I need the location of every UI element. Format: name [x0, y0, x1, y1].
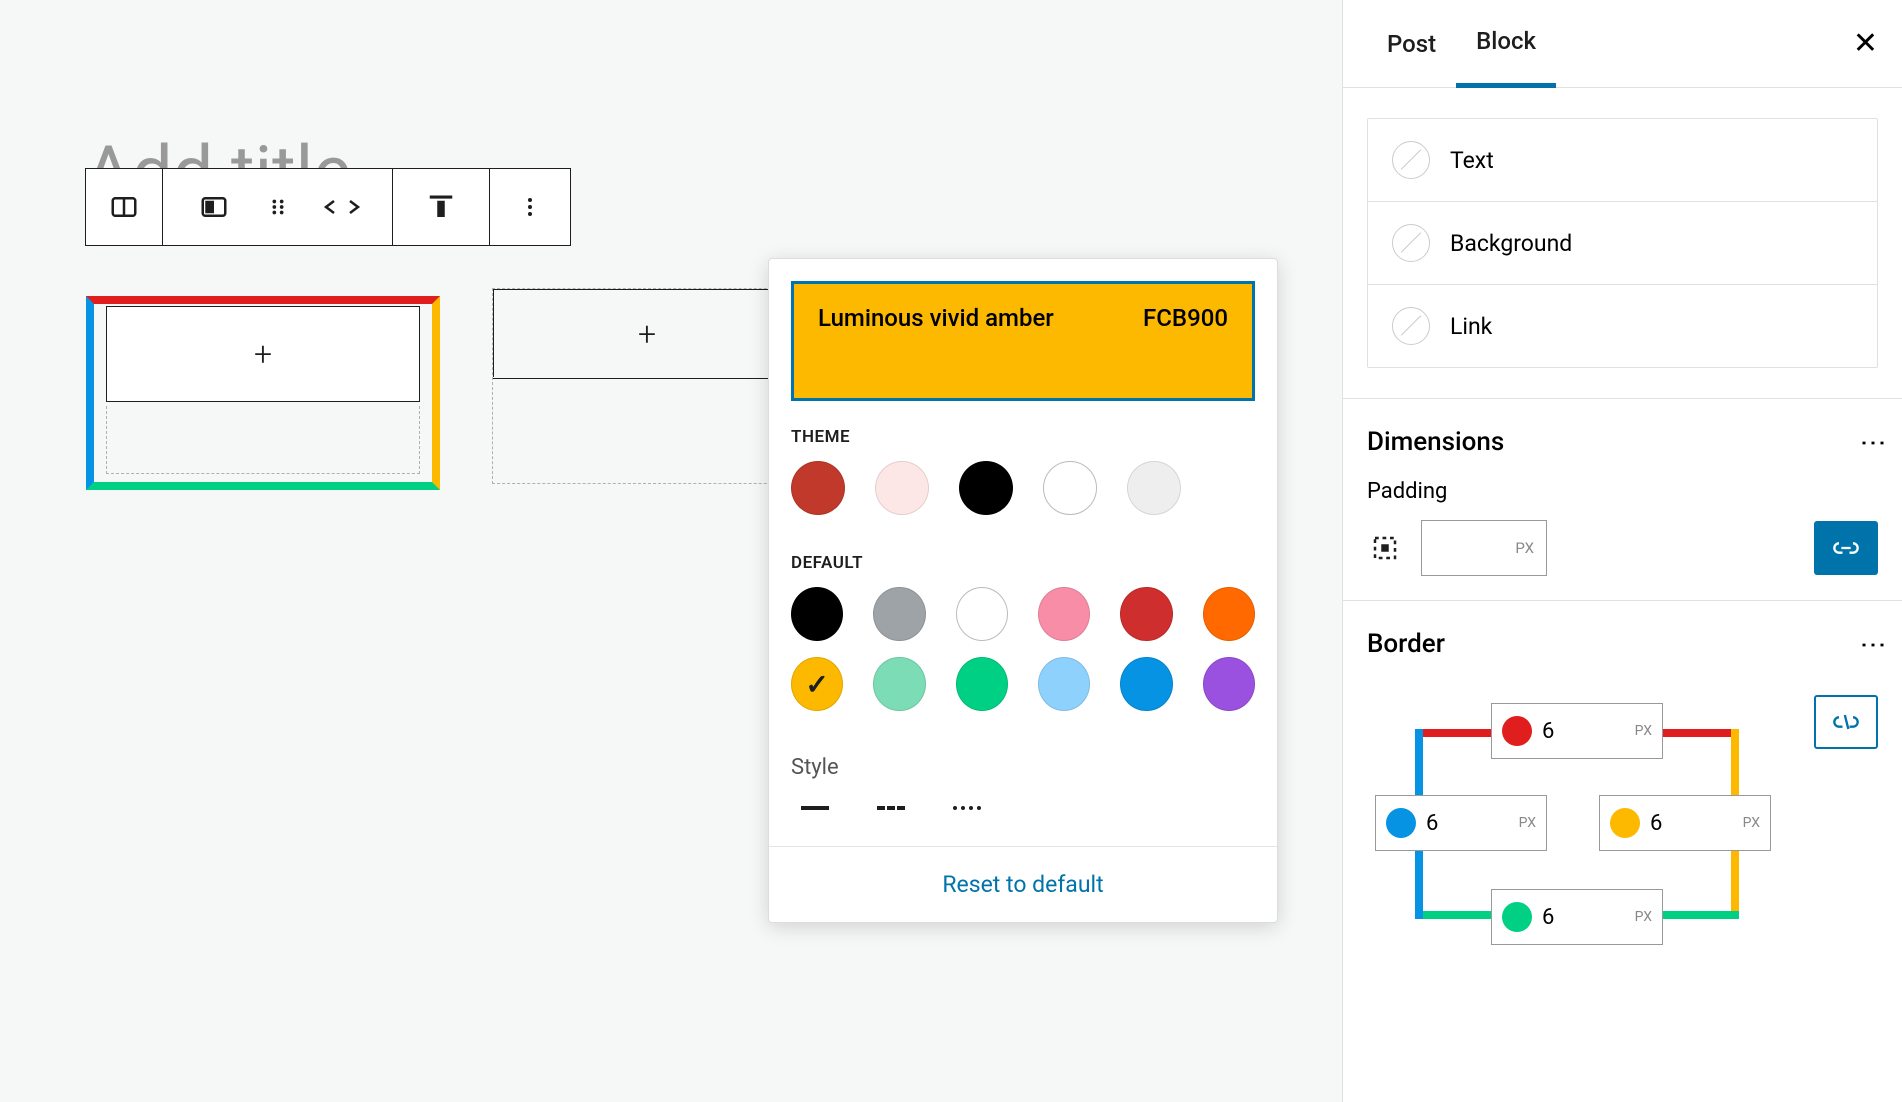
style-solid[interactable] — [797, 796, 833, 820]
swatch-white[interactable] — [956, 587, 1008, 641]
background-color-label: Background — [1450, 230, 1572, 257]
block-appender-2[interactable]: + — [493, 289, 801, 379]
link-color-swatch — [1392, 307, 1430, 345]
padding-control: PX — [1367, 520, 1878, 576]
block-toolbar — [85, 168, 571, 246]
border-bottom-swatch[interactable] — [1502, 902, 1532, 932]
color-picker-popover: Luminous vivid amber FCB900 THEME DEFAUL… — [768, 258, 1278, 923]
border-options-icon[interactable]: ⋮ — [1868, 632, 1878, 656]
reset-to-default[interactable]: Reset to default — [942, 871, 1103, 898]
default-swatch-row-1 — [791, 587, 1255, 641]
block-appender[interactable]: + — [106, 306, 420, 402]
border-style-row — [769, 794, 1277, 846]
swatch-theme-2[interactable] — [875, 461, 929, 515]
plus-icon: + — [638, 315, 656, 353]
border-bottom-input[interactable]: 6 PX — [1491, 889, 1663, 945]
color-settings-list: Text Background Link — [1367, 118, 1878, 368]
padding-label: Padding — [1367, 479, 1878, 504]
text-color-row[interactable]: Text — [1368, 119, 1877, 202]
border-top-swatch[interactable] — [1502, 716, 1532, 746]
color-hex: FCB900 — [1143, 304, 1228, 332]
drag-handle-icon[interactable] — [250, 169, 306, 245]
swatch-green[interactable] — [956, 657, 1008, 711]
border-right-swatch[interactable] — [1610, 808, 1640, 838]
border-section: Border ⋮ 6 PX 6 PX — [1343, 600, 1902, 983]
swatch-purple[interactable] — [1203, 657, 1255, 711]
link-sides-button[interactable] — [1814, 521, 1878, 575]
text-color-swatch — [1392, 141, 1430, 179]
swatch-lightblue[interactable] — [1038, 657, 1090, 711]
color-name: Luminous vivid amber — [818, 304, 1054, 332]
columns-block: + + — [78, 288, 802, 498]
swatch-theme-4[interactable] — [1043, 461, 1097, 515]
border-top-value: 6 — [1542, 719, 1625, 744]
border-left-unit: PX — [1519, 815, 1536, 831]
text-color-label: Text — [1450, 147, 1494, 174]
swatch-red[interactable] — [1120, 587, 1172, 641]
color-preview[interactable]: Luminous vivid amber FCB900 — [791, 281, 1255, 401]
sidebar-tabs: Post Block ✕ — [1343, 0, 1902, 88]
default-swatch-row-2 — [791, 657, 1255, 711]
swatch-orange[interactable] — [1203, 587, 1255, 641]
swatch-theme-5[interactable] — [1127, 461, 1181, 515]
style-label: Style — [769, 745, 1277, 794]
border-top-input[interactable]: 6 PX — [1491, 703, 1663, 759]
move-left-right-icon[interactable] — [314, 169, 370, 245]
column-empty-area — [106, 406, 420, 474]
editor-canvas: Add title — [0, 0, 1342, 1102]
swatch-amber-selected[interactable] — [791, 657, 843, 711]
column-block-icon[interactable] — [186, 169, 242, 245]
unlink-sides-button[interactable] — [1814, 695, 1878, 749]
tab-post[interactable]: Post — [1367, 2, 1456, 86]
border-title: Border — [1367, 629, 1445, 659]
swatch-gray[interactable] — [873, 587, 925, 641]
align-button[interactable] — [393, 169, 489, 245]
border-left-swatch[interactable] — [1386, 808, 1416, 838]
dimensions-section: Dimensions ⋮ Padding PX — [1343, 398, 1902, 600]
column-block-selected[interactable]: + — [78, 288, 448, 498]
swatch-pink[interactable] — [1038, 587, 1090, 641]
default-palette-label: DEFAULT — [791, 553, 1255, 573]
dimensions-options-icon[interactable]: ⋮ — [1868, 430, 1878, 454]
background-color-row[interactable]: Background — [1368, 202, 1877, 285]
border-left-input[interactable]: 6 PX — [1375, 795, 1547, 851]
link-color-row[interactable]: Link — [1368, 285, 1877, 367]
column-block-2[interactable]: + — [492, 288, 802, 484]
link-color-label: Link — [1450, 313, 1492, 340]
border-right-input[interactable]: 6 PX — [1599, 795, 1771, 851]
padding-sides-icon[interactable] — [1367, 530, 1403, 566]
theme-swatch-row — [791, 461, 1255, 515]
style-dashed[interactable] — [873, 796, 909, 820]
theme-palette-label: THEME — [791, 427, 1255, 447]
swatch-blue[interactable] — [1120, 657, 1172, 711]
swatch-theme-3[interactable] — [959, 461, 1013, 515]
border-bottom-value: 6 — [1542, 905, 1625, 930]
border-left-value: 6 — [1426, 811, 1509, 836]
more-options-button[interactable] — [490, 169, 570, 245]
style-dotted[interactable] — [949, 796, 985, 820]
border-bottom-unit: PX — [1635, 909, 1652, 925]
swatch-black[interactable] — [791, 587, 843, 641]
tab-block[interactable]: Block — [1456, 0, 1556, 88]
settings-sidebar: Post Block ✕ Text Background Link Dimens… — [1342, 0, 1902, 1102]
border-right-value: 6 — [1650, 811, 1733, 836]
background-color-swatch — [1392, 224, 1430, 262]
column-border-preview: + — [86, 296, 440, 490]
swatch-lightgreen[interactable] — [873, 657, 925, 711]
swatch-theme-1[interactable] — [791, 461, 845, 515]
dimensions-title: Dimensions — [1367, 427, 1504, 457]
columns-block-icon[interactable] — [86, 169, 162, 245]
border-top-unit: PX — [1635, 723, 1652, 739]
plus-icon: + — [254, 335, 272, 373]
border-right-unit: PX — [1743, 815, 1760, 831]
border-visual-control: 6 PX 6 PX 6 PX 6 PX — [1367, 689, 1787, 959]
close-sidebar-icon[interactable]: ✕ — [1853, 26, 1878, 61]
padding-input[interactable]: PX — [1421, 520, 1547, 576]
